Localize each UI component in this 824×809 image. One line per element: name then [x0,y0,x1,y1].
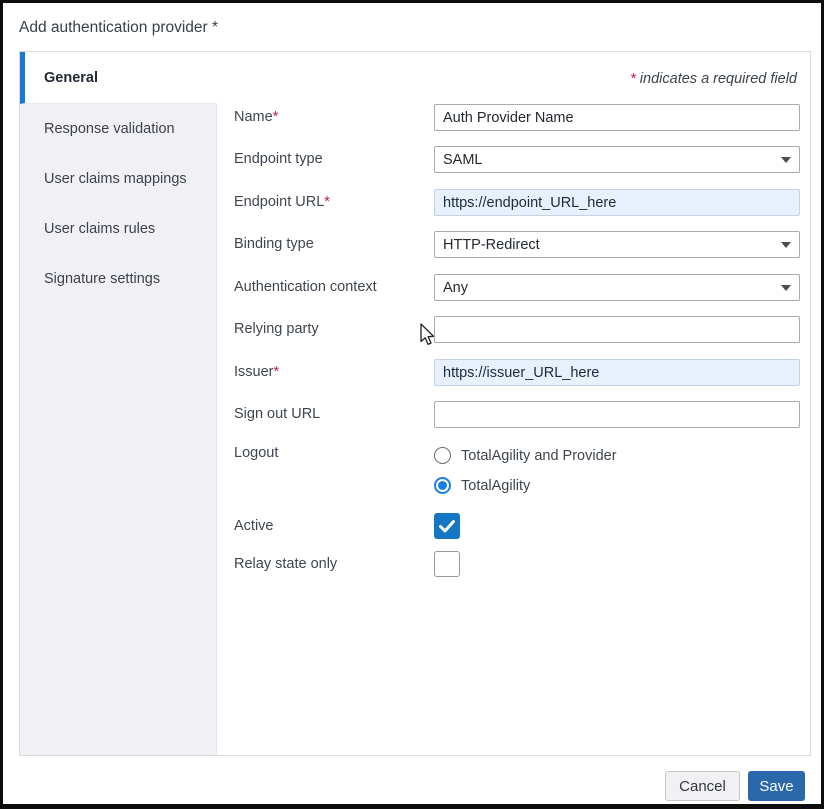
endpoint-type-select[interactable]: SAML [434,146,800,173]
tab-user-claims-mappings[interactable]: User claims mappings [20,154,216,204]
sign-out-url-input[interactable] [434,401,800,428]
endpoint-url-label: Endpoint URL* [234,189,330,216]
tab-user-claims-mappings-label: User claims mappings [44,171,187,187]
tab-general-label: General [44,70,98,86]
relying-party-input[interactable] [434,316,800,343]
radio-unselected-icon[interactable] [434,447,451,464]
chevron-down-icon [781,242,791,248]
logout-option-totalagility-and-provider[interactable]: TotalAgility and Provider [434,447,617,464]
authentication-context-value: Any [443,280,781,296]
endpoint-type-value: SAML [443,152,781,168]
sign-out-url-label: Sign out URL [234,401,320,428]
dialog-title: Add authentication provider * [19,19,218,37]
required-field-note: * indicates a required field [630,71,797,87]
name-required-asterisk: * [273,109,279,125]
save-button[interactable]: Save [748,771,805,801]
tab-signature-settings-label: Signature settings [44,271,160,287]
name-input[interactable] [434,104,800,131]
tab-sidebar: General Response validation User claims … [20,52,217,755]
binding-type-select[interactable]: HTTP-Redirect [434,231,800,258]
endpoint-url-required-asterisk: * [324,194,330,210]
logout-option-totalagility[interactable]: TotalAgility [434,477,530,494]
chevron-down-icon [781,285,791,291]
tab-signature-settings[interactable]: Signature settings [20,254,216,304]
required-note-text: indicates a required field [636,71,797,87]
endpoint-url-input[interactable] [434,189,800,216]
endpoint-type-label: Endpoint type [234,146,323,173]
authentication-context-label: Authentication context [234,274,377,301]
active-checkbox[interactable] [434,513,460,539]
cancel-button[interactable]: Cancel [665,771,740,801]
authentication-context-select[interactable]: Any [434,274,800,301]
binding-type-value: HTTP-Redirect [443,237,781,253]
tab-response-validation[interactable]: Response validation [20,104,216,154]
form-panel: General Response validation User claims … [19,51,811,756]
checkmark-icon [439,520,455,533]
issuer-required-asterisk: * [274,364,280,380]
radio-selected-icon[interactable] [434,477,451,494]
issuer-input[interactable] [434,359,800,386]
binding-type-label: Binding type [234,231,314,258]
tab-user-claims-rules[interactable]: User claims rules [20,204,216,254]
tab-general[interactable]: General [20,52,217,104]
logout-option-label: TotalAgility and Provider [461,448,617,464]
relay-state-only-checkbox[interactable] [434,551,460,577]
relying-party-label: Relying party [234,316,319,343]
chevron-down-icon [781,157,791,163]
logout-label: Logout [234,440,278,467]
dialog-window: Add authentication provider * General Re… [0,0,824,809]
tab-response-validation-label: Response validation [44,121,175,137]
tab-user-claims-rules-label: User claims rules [44,221,155,237]
issuer-label: Issuer* [234,359,279,386]
logout-option-label: TotalAgility [461,478,530,494]
name-label: Name* [234,104,278,131]
relay-state-only-label: Relay state only [234,551,337,578]
active-label: Active [234,513,274,540]
